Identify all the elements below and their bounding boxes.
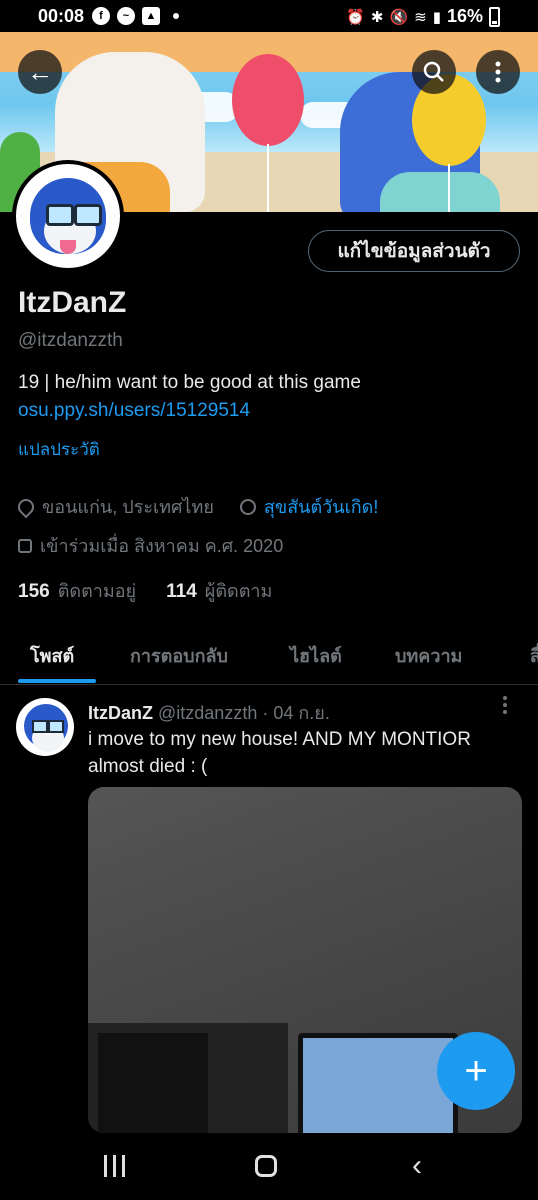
- calendar-icon: [18, 538, 32, 553]
- battery-percent: 16%: [446, 6, 483, 26]
- chevron-left-icon: ‹: [412, 1149, 422, 1182]
- tab-posts[interactable]: โพสต์: [30, 641, 74, 670]
- messenger-icon: ~: [117, 7, 135, 25]
- home-button[interactable]: [255, 1155, 277, 1177]
- gallery-icon: ▲: [142, 7, 160, 25]
- alarm-icon: ⏰: [346, 8, 365, 26]
- edit-profile-button[interactable]: แก้ไขข้อมูลส่วนตัว: [308, 230, 520, 272]
- birthday-link[interactable]: สุขสันต์วันเกิด!: [264, 492, 378, 521]
- post-text: i move to my new house! AND MY MONTIOR a…: [88, 729, 471, 777]
- post-author-handle[interactable]: @itzdanzzth: [158, 703, 257, 723]
- profile-avatar[interactable]: [12, 160, 124, 272]
- status-bar: 00:08 f ~ ▲ ⏰ ✱ 🔇 ≋ ▮ 16%: [0, 0, 538, 32]
- battery-icon: [489, 6, 500, 27]
- signal-icon: ▮: [432, 8, 441, 26]
- facebook-icon: f: [92, 7, 110, 25]
- joined-row: เข้าร่วมเมื่อ สิงหาคม ค.ศ. 2020: [18, 531, 283, 560]
- system-nav-bar: ‹: [0, 1133, 538, 1200]
- profile-location: ขอนแก่น, ประเทศไทย: [42, 497, 214, 517]
- active-tab-indicator: [18, 679, 96, 683]
- clock: 00:08: [38, 6, 85, 26]
- more-vertical-icon: [503, 696, 507, 714]
- search-icon: [423, 61, 444, 82]
- bluetooth-icon: ✱: [370, 8, 384, 26]
- recent-apps-button[interactable]: [104, 1155, 125, 1177]
- post-author-name[interactable]: ItzDanZ: [88, 703, 153, 723]
- more-notifications-dot: [173, 13, 179, 19]
- post-avatar[interactable]: [16, 698, 74, 756]
- more-button[interactable]: [476, 50, 520, 94]
- profile-name: ItzDanZ: [18, 286, 127, 319]
- tab-replies[interactable]: การตอบกลับ: [130, 641, 228, 670]
- following-label[interactable]: ติดตามอยู่: [58, 576, 136, 605]
- follow-stats: 156 ติดตามอยู่ 114 ผู้ติดตาม: [18, 576, 272, 605]
- back-nav-button[interactable]: ‹: [412, 1149, 422, 1183]
- mute-icon: 🔇: [389, 8, 409, 26]
- profile-handle: @itzdanzzth: [18, 330, 123, 351]
- search-button[interactable]: [412, 50, 456, 94]
- tab-media[interactable]: สื่อ: [530, 641, 538, 670]
- plus-icon: +: [464, 1048, 488, 1093]
- location-pin-icon: [14, 495, 38, 518]
- more-vertical-icon: [495, 61, 501, 83]
- tab-highlights[interactable]: ไฮไลต์: [290, 641, 342, 670]
- back-button[interactable]: ←: [18, 50, 62, 94]
- post-header: ItzDanZ @itzdanzzth · 04 ก.ย.: [88, 698, 330, 727]
- compose-post-button[interactable]: +: [437, 1032, 515, 1110]
- balloon-icon: [236, 495, 260, 518]
- followers-count[interactable]: 114: [166, 581, 197, 603]
- profile-link[interactable]: osu.ppy.sh/users/15129514: [18, 400, 250, 422]
- profile-bio: 19 | he/him want to be good at this game: [18, 372, 361, 393]
- profile-meta-row: ขอนแก่น, ประเทศไทย สุขสันต์วันเกิด!: [14, 492, 378, 521]
- followers-label[interactable]: ผู้ติดตาม: [205, 576, 273, 605]
- arrow-left-icon: ←: [27, 56, 53, 87]
- wifi-icon: ≋: [414, 8, 427, 26]
- following-count[interactable]: 156: [18, 581, 50, 603]
- post-more-button[interactable]: [502, 696, 508, 720]
- monitor: [298, 1033, 458, 1133]
- joined-date: เข้าร่วมเมื่อ สิงหาคม ค.ศ. 2020: [40, 536, 284, 556]
- red-balloon: [232, 54, 304, 146]
- translate-bio-link[interactable]: แปลประวัติ: [18, 436, 100, 463]
- computer-tower: [98, 1033, 208, 1133]
- profile-tabs: โพสต์ การตอบกลับ ไฮไลต์ บทความ สื่อ: [0, 626, 538, 685]
- tab-articles[interactable]: บทความ: [395, 641, 462, 670]
- post-date: · 04 ก.ย.: [262, 703, 330, 723]
